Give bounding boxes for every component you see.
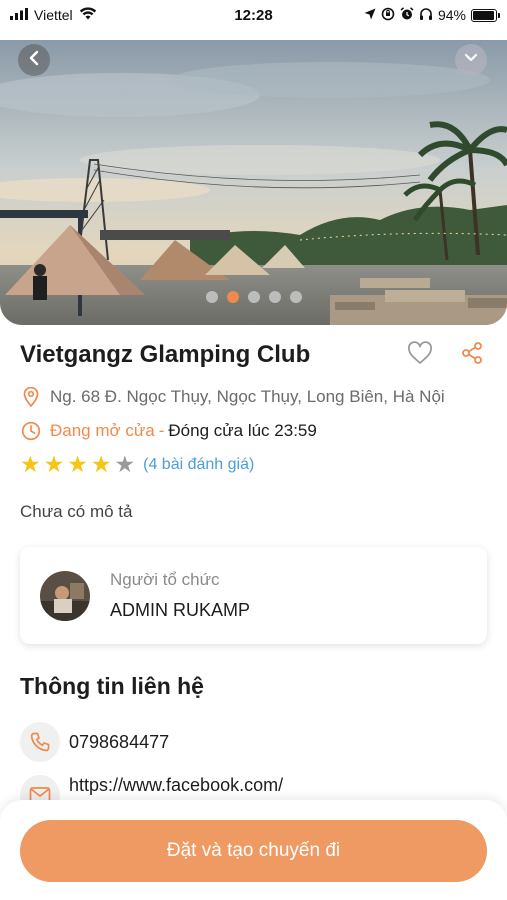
battery-fill bbox=[473, 10, 494, 20]
phone-contact[interactable]: 0798684477 bbox=[20, 722, 169, 762]
alarm-icon bbox=[400, 6, 414, 24]
address-line[interactable]: Ng. 68 Đ. Ngọc Thụy, Ngọc Thụy, Long Biê… bbox=[20, 387, 445, 407]
star-icon: ★ bbox=[114, 451, 136, 477]
share-icon bbox=[460, 341, 484, 370]
glamping-photo bbox=[0, 40, 507, 325]
battery-percent: 94% bbox=[437, 7, 466, 23]
book-trip-button[interactable]: Đặt và tạo chuyến đi bbox=[20, 820, 487, 882]
place-title: Vietgangz Glamping Club bbox=[20, 341, 311, 368]
carousel-dot[interactable] bbox=[289, 291, 302, 303]
carousel-dot[interactable] bbox=[268, 291, 281, 303]
contact-section-title: Thông tin liên hệ bbox=[20, 673, 204, 699]
carousel-dot[interactable] bbox=[247, 291, 260, 303]
battery-icon bbox=[471, 8, 500, 22]
reviews-link[interactable]: (4 bài đánh giá) bbox=[143, 456, 254, 474]
back-button[interactable] bbox=[18, 44, 50, 76]
status-time: 12:28 bbox=[234, 6, 273, 24]
carousel-dot[interactable] bbox=[205, 291, 218, 303]
location-arrow-icon bbox=[364, 7, 376, 23]
signal-icon bbox=[10, 7, 28, 23]
status-separator: - bbox=[158, 421, 165, 440]
address-text: Ng. 68 Đ. Ngọc Thụy, Ngọc Thụy, Long Biê… bbox=[50, 387, 445, 406]
star-icon: ★ bbox=[43, 451, 65, 477]
favorite-button[interactable] bbox=[405, 340, 435, 370]
open-status: Đang mở cửa bbox=[50, 421, 155, 440]
clock-icon bbox=[20, 421, 42, 441]
carousel-dots bbox=[0, 291, 507, 303]
wifi-icon bbox=[79, 7, 97, 23]
closing-time: Đóng cửa lúc 23:59 bbox=[168, 421, 317, 440]
collapse-chevron-icon bbox=[463, 51, 479, 69]
star-icon: ★ bbox=[20, 451, 41, 477]
organizer-name: ADMIN RUKAMP bbox=[110, 600, 251, 620]
orientation-lock-icon bbox=[381, 7, 395, 24]
back-chevron-icon bbox=[27, 50, 41, 71]
collapse-button[interactable] bbox=[455, 44, 487, 76]
rating-row[interactable]: ★ ★ ★ ★ ★ (4 bài đánh giá) bbox=[20, 453, 254, 476]
title-row: Vietgangz Glamping Club bbox=[20, 340, 487, 370]
hero-image-carousel[interactable] bbox=[0, 40, 507, 325]
carousel-dot[interactable] bbox=[226, 291, 239, 303]
carrier-name: Viettel bbox=[34, 7, 73, 23]
organizer-avatar bbox=[40, 570, 90, 621]
share-button[interactable] bbox=[457, 340, 487, 370]
phone-icon bbox=[20, 722, 60, 762]
bottom-action-bar: Đặt và tạo chuyến đi bbox=[0, 800, 507, 900]
location-pin-icon bbox=[20, 387, 42, 407]
rating-stars: ★ ★ ★ ★ ★ bbox=[20, 453, 135, 476]
status-bar: Viettel 12:28 94% bbox=[0, 0, 507, 30]
organizer-label: Người tổ chức bbox=[110, 570, 220, 589]
description-text: Chưa có mô tả bbox=[20, 502, 133, 521]
organizer-card[interactable]: Người tổ chức ADMIN RUKAMP bbox=[20, 547, 487, 644]
phone-number: 0798684477 bbox=[69, 731, 170, 752]
hours-line: Đang mở cửa - Đóng cửa lúc 23:59 bbox=[20, 421, 317, 441]
headphones-icon bbox=[419, 7, 433, 24]
heart-icon bbox=[407, 340, 433, 370]
star-icon: ★ bbox=[67, 451, 88, 477]
star-icon: ★ bbox=[90, 451, 112, 477]
facebook-link[interactable]: https://www.facebook.com/ bbox=[69, 775, 283, 796]
